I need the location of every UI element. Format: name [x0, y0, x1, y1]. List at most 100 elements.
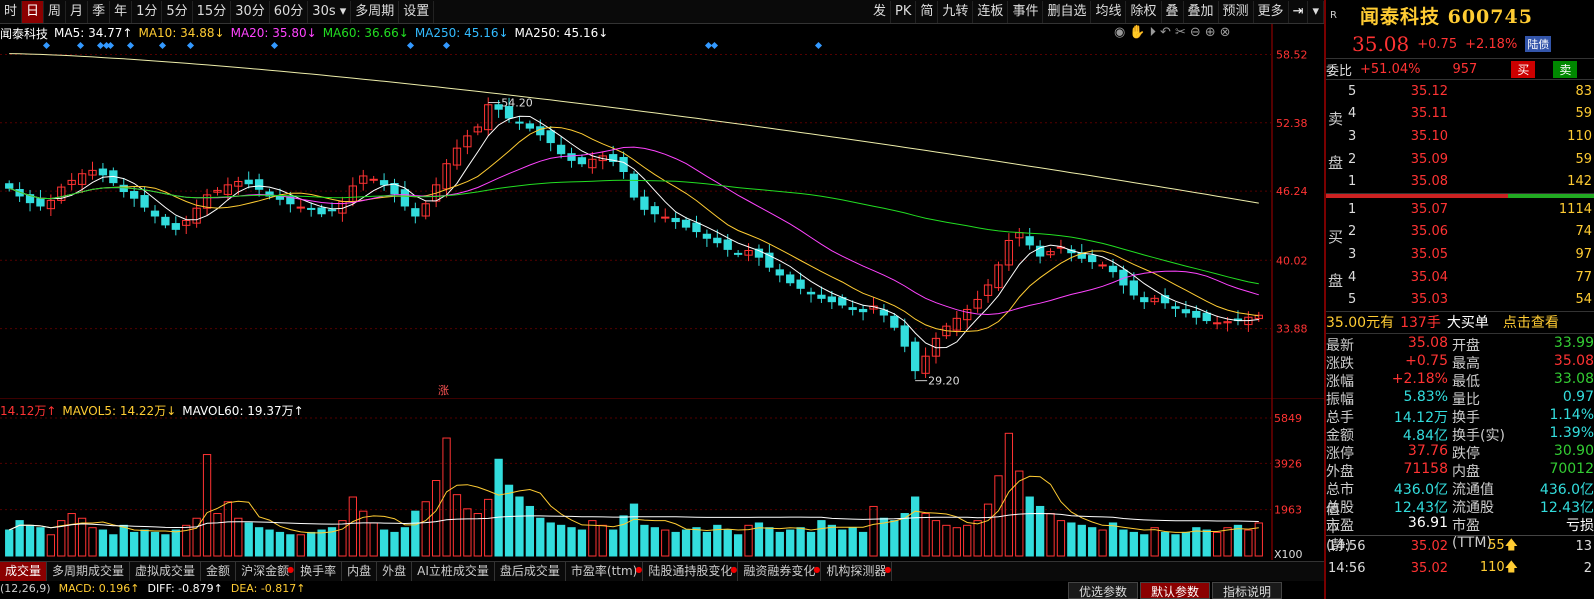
- undo-icon[interactable]: ↶: [1160, 25, 1171, 41]
- toolbar-tool-button[interactable]: 均线: [1091, 0, 1127, 23]
- toolbar-tool-button[interactable]: 九转: [938, 0, 974, 23]
- period-button[interactable]: 周: [44, 0, 67, 23]
- bond-tag[interactable]: 陆债: [1525, 36, 1552, 52]
- volume-bar-down: [1181, 531, 1191, 557]
- toolbar-tool-button[interactable]: 发: [869, 0, 892, 23]
- arrow-collapse-icon[interactable]: ⇥: [1289, 0, 1309, 23]
- period-button[interactable]: 30分: [231, 0, 270, 23]
- indicator-tab[interactable]: 外盘: [377, 562, 413, 581]
- period-button[interactable]: 15分: [193, 0, 232, 23]
- period-button[interactable]: 5分: [162, 0, 193, 23]
- toolbar-tool-button[interactable]: 连板: [973, 0, 1009, 23]
- book-qty: 142: [1567, 174, 1592, 190]
- volume-bar-down: [36, 527, 45, 557]
- zoom-out-icon[interactable]: ⊖: [1190, 25, 1201, 41]
- period-button[interactable]: 月: [66, 0, 89, 23]
- ma10-line: [9, 126, 1259, 333]
- volume-bar-down: [577, 529, 587, 557]
- toolbar-tool-button[interactable]: 事件: [1008, 0, 1044, 23]
- big-order-qty: 137手: [1400, 315, 1441, 332]
- candle-down: [692, 222, 701, 233]
- volume-bar-up: [1046, 513, 1055, 557]
- play-icon[interactable]: ⏵: [1150, 25, 1157, 41]
- toolbar-tool-button[interactable]: PK: [891, 0, 917, 23]
- volume-bar-down: [817, 520, 826, 557]
- event-diamond-icon: [76, 41, 85, 50]
- toolbar-tool-button[interactable]: 叠: [1162, 0, 1184, 23]
- toolbar-tool-button[interactable]: 除权: [1126, 0, 1162, 23]
- volume-chart[interactable]: 5849 3926 1963 X100: [0, 397, 1324, 561]
- toolbar-tool-button[interactable]: 叠加: [1184, 0, 1219, 23]
- candle-down: [556, 144, 566, 155]
- eye-icon[interactable]: ◉: [1114, 25, 1125, 41]
- scissors-icon[interactable]: ✂: [1175, 25, 1186, 41]
- close-icon[interactable]: ⊗: [1220, 25, 1231, 41]
- indicator-tab[interactable]: AI立桩成交量: [412, 562, 495, 581]
- dropdown-icon[interactable]: ▾: [1308, 0, 1324, 23]
- period-button[interactable]: 年: [110, 0, 133, 23]
- param-button[interactable]: 优选参数: [1068, 582, 1139, 599]
- price-axis-label: 52.38: [1276, 117, 1308, 130]
- volume-bar-down: [161, 534, 170, 557]
- indicator-tab[interactable]: 陆股通持股变化 ●: [643, 562, 739, 581]
- indicator-tab[interactable]: 换手率: [295, 562, 343, 581]
- volume-bar-up: [234, 517, 243, 557]
- period-button[interactable]: 季: [88, 0, 111, 23]
- stat-value: 37.76: [1407, 442, 1448, 459]
- event-diamond-icon: [126, 41, 135, 50]
- quote-title: R 闻泰科技 600745: [1326, 0, 1594, 30]
- toolbar-tool-button[interactable]: 预测: [1219, 0, 1254, 23]
- ma-value: MA60: 36.66↓: [322, 26, 409, 40]
- volume-bar-down: [1077, 524, 1086, 557]
- candle-down: [681, 219, 691, 228]
- indicator-tab[interactable]: 融资融券变化 ●: [738, 562, 822, 581]
- indicator-tab[interactable]: 盘后成交量: [495, 562, 566, 581]
- toolbar-tool-button[interactable]: 更多: [1254, 0, 1289, 23]
- book-row: 3 35.10 110: [1326, 125, 1594, 148]
- candle-down: [827, 296, 836, 303]
- candle-up: [1212, 322, 1222, 325]
- volume-bar-down: [286, 534, 295, 557]
- big-order-link[interactable]: 点击查看: [1503, 312, 1559, 332]
- candle-down: [36, 198, 45, 207]
- period-button[interactable]: 多周期: [351, 0, 400, 23]
- kline-chart[interactable]: 58.52 52.38 46.24 40.02 33.88 54.20 29.20 涨: [0, 24, 1324, 398]
- period-button[interactable]: 设置: [399, 0, 435, 23]
- stat-value: 1.14%: [1549, 406, 1594, 423]
- period-button[interactable]: 时: [0, 0, 23, 23]
- candle-down: [629, 173, 639, 198]
- period-button[interactable]: 30s ▾: [308, 0, 352, 23]
- toolbar-tool-button[interactable]: 简: [916, 0, 939, 23]
- vol-axis-label: 3926: [1274, 457, 1302, 470]
- zoom-in-icon[interactable]: ⊕: [1205, 25, 1216, 41]
- indicator-tab[interactable]: 金额: [201, 562, 237, 581]
- volume-bar-up: [473, 513, 482, 557]
- param-button[interactable]: 默认参数: [1140, 582, 1211, 599]
- stat-row: 振幅 5.83% 量比 0.97: [1326, 389, 1594, 408]
- indicator-tab[interactable]: 成交量: [0, 562, 48, 581]
- param-button[interactable]: 指标说明: [1212, 582, 1283, 599]
- stat-row: 涨幅 +2.18% 最低 33.08: [1326, 371, 1594, 390]
- volume-bar-down: [1088, 527, 1097, 557]
- indicator-tab[interactable]: 机构探测器 ●: [821, 562, 893, 581]
- indicator-tab[interactable]: 市盈率(ttm) ●: [566, 562, 644, 581]
- volume-bar-down: [786, 529, 795, 557]
- tick-price: 35.02: [1410, 561, 1448, 577]
- period-buttons: 时日周月季年 1分 5分 15分 30分 60分 30s ▾ 多周期 设置: [0, 0, 435, 23]
- ma5-line: [9, 115, 1259, 349]
- sell-button[interactable]: 卖: [1553, 60, 1578, 78]
- indicator-tab[interactable]: 虚拟成交量: [130, 562, 202, 581]
- toolbar-tool-button[interactable]: 删自选: [1043, 0, 1092, 23]
- period-button[interactable]: 1分: [132, 0, 163, 23]
- indicator-tab[interactable]: 内盘: [342, 562, 378, 581]
- buy-button[interactable]: 买: [1511, 60, 1536, 78]
- period-button[interactable]: 60分: [270, 0, 309, 23]
- period-button[interactable]: 日: [22, 0, 45, 23]
- indicator-tab[interactable]: 沪深金额 ●: [236, 562, 296, 581]
- big-order-price: 35.00元有: [1326, 315, 1395, 332]
- stat-key: 流通值: [1452, 481, 1494, 498]
- tick-list: 14:56 35.02 55🡅 13 14:56 35.02 110🡅 2: [1326, 534, 1594, 580]
- book-level: 1: [1348, 174, 1357, 190]
- hand-icon[interactable]: ✋: [1129, 25, 1145, 41]
- indicator-tab[interactable]: 多周期成交量: [47, 562, 131, 581]
